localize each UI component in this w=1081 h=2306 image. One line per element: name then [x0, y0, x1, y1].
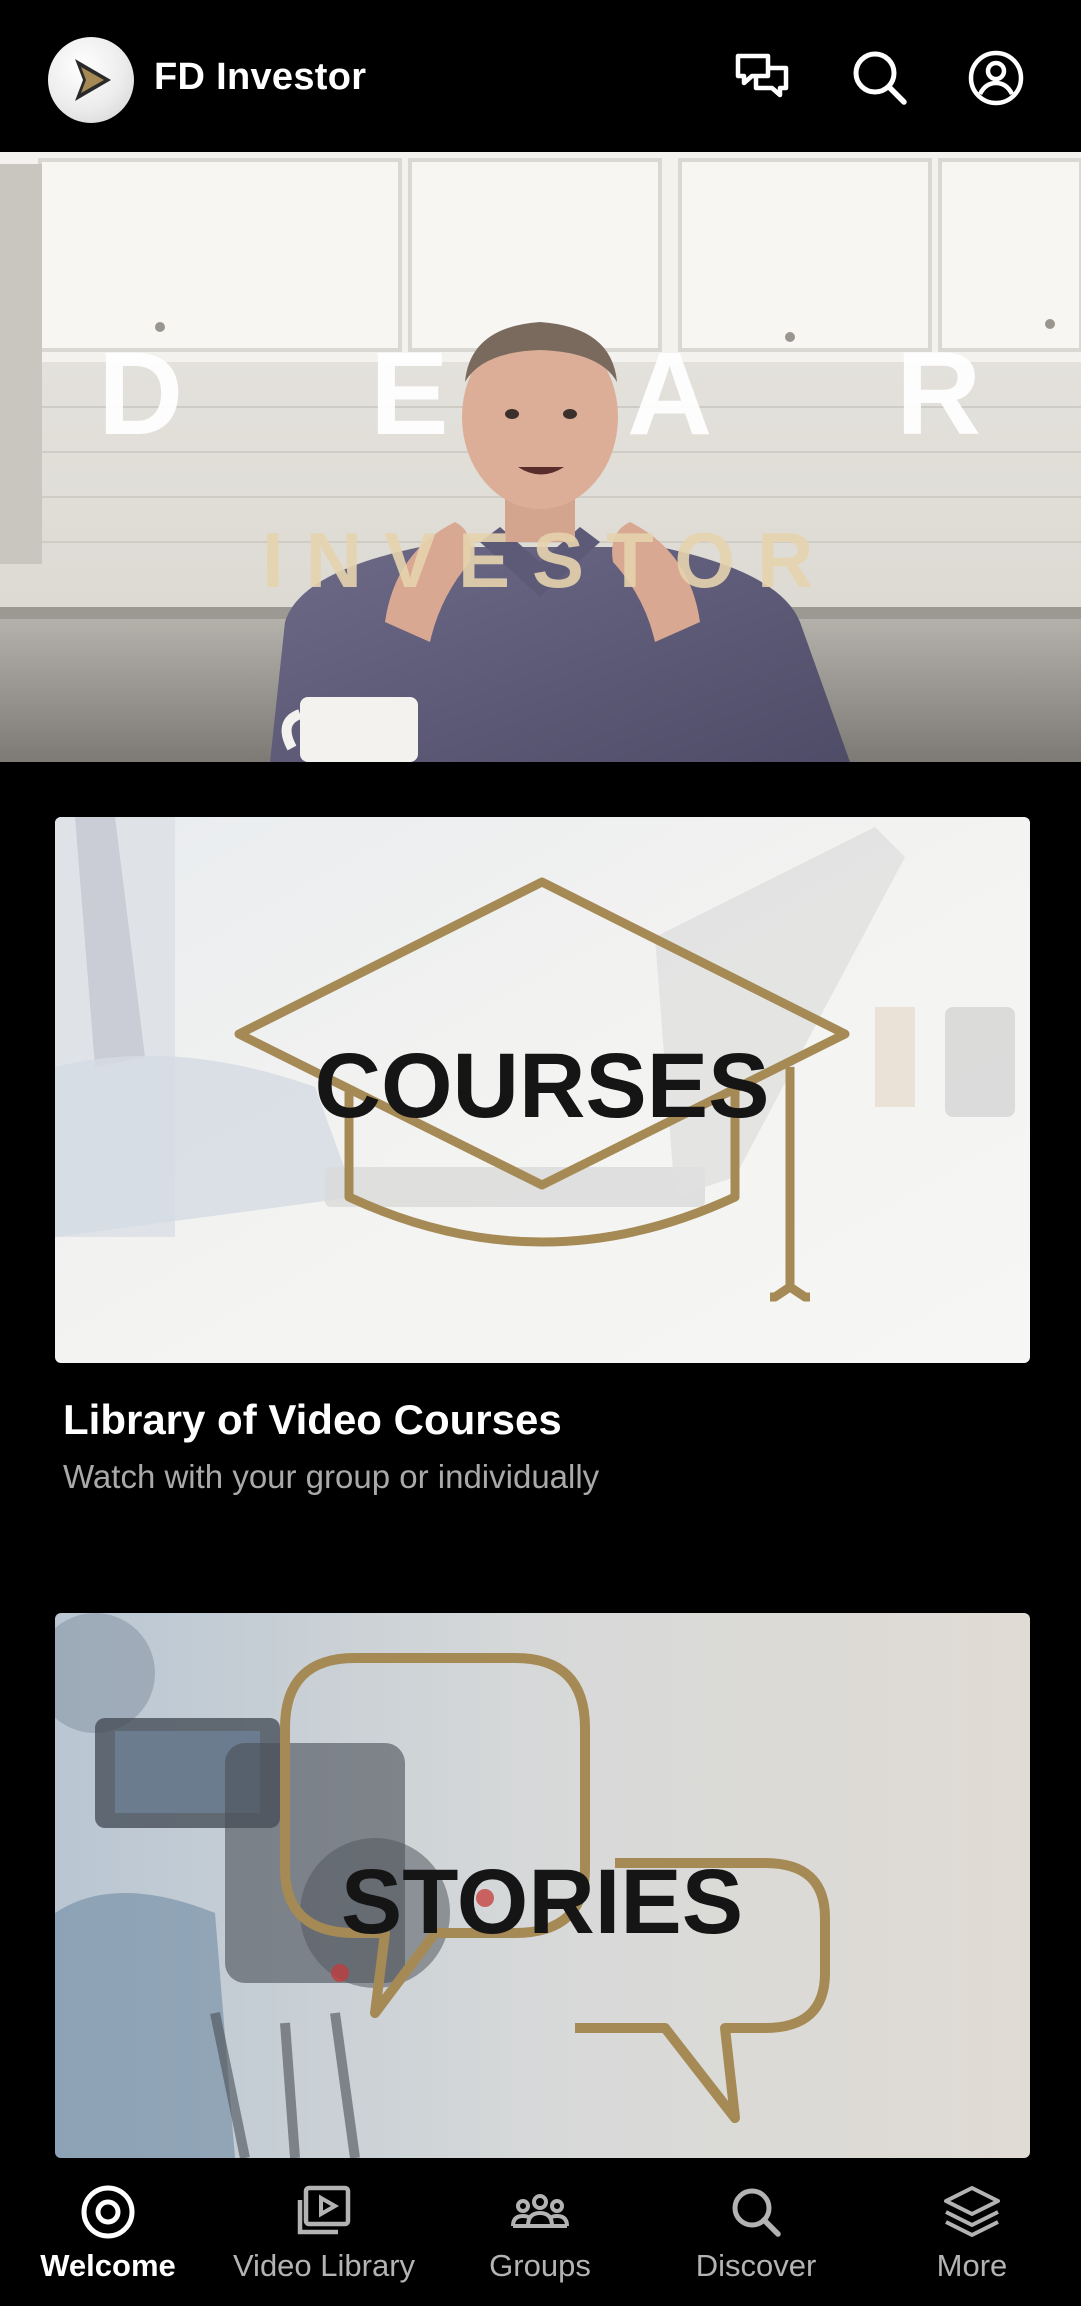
- search-icon: [726, 2182, 786, 2242]
- nav-label-discover: Discover: [695, 2248, 817, 2283]
- layers-icon: [942, 2182, 1002, 2242]
- chat-bubbles-icon[interactable]: [730, 46, 794, 110]
- hero-image: D E A R INVESTOR: [0, 152, 1081, 762]
- play-arrow-logo-icon: [75, 59, 111, 101]
- svg-text:D: D: [98, 328, 183, 460]
- target-icon: [78, 2182, 138, 2242]
- nav-item-video-library[interactable]: Video Library: [216, 2158, 432, 2306]
- courses-image-text: COURSES: [315, 1035, 770, 1137]
- stories-image-text: STORIES: [341, 1851, 743, 1953]
- nav-item-more[interactable]: More: [864, 2158, 1080, 2306]
- nav-item-welcome[interactable]: Welcome: [0, 2158, 216, 2306]
- account-circle-icon[interactable]: [964, 46, 1028, 110]
- svg-text:INVESTOR: INVESTOR: [262, 516, 835, 604]
- svg-text:R: R: [896, 328, 981, 460]
- nav-item-groups[interactable]: Groups: [432, 2158, 648, 2306]
- groups-icon: [510, 2182, 570, 2242]
- courses-thumbnail: COURSES: [55, 817, 1030, 1363]
- nav-label-groups: Groups: [489, 2248, 591, 2283]
- nav-label-welcome: Welcome: [40, 2248, 176, 2283]
- nav-label-video-library: Video Library: [232, 2248, 416, 2283]
- hero-banner[interactable]: D E A R INVESTOR: [0, 152, 1081, 762]
- search-icon[interactable]: [848, 46, 912, 110]
- courses-card-image[interactable]: COURSES: [55, 817, 1030, 1363]
- video-library-icon: [294, 2182, 354, 2242]
- courses-subtitle: Watch with your group or individually: [63, 1458, 600, 1495]
- app-title: FD Investor: [154, 56, 367, 98]
- stories-thumbnail: STORIES: [55, 1613, 1030, 2158]
- svg-text:A: A: [627, 328, 712, 460]
- nav-item-discover[interactable]: Discover: [648, 2158, 864, 2306]
- stories-card-image[interactable]: STORIES: [55, 1613, 1030, 2158]
- top-app-bar: FD Investor: [0, 0, 1081, 152]
- courses-title[interactable]: Library of Video Courses: [63, 1396, 562, 1444]
- bottom-navigation: Welcome Video Library Groups Discover Mo…: [0, 2158, 1081, 2306]
- nav-label-more: More: [936, 2248, 1008, 2283]
- svg-text:E: E: [370, 328, 449, 460]
- app-screen: FD Investor D E A R INVESTOR COURSES Lib…: [0, 0, 1081, 2306]
- app-logo[interactable]: [48, 37, 134, 123]
